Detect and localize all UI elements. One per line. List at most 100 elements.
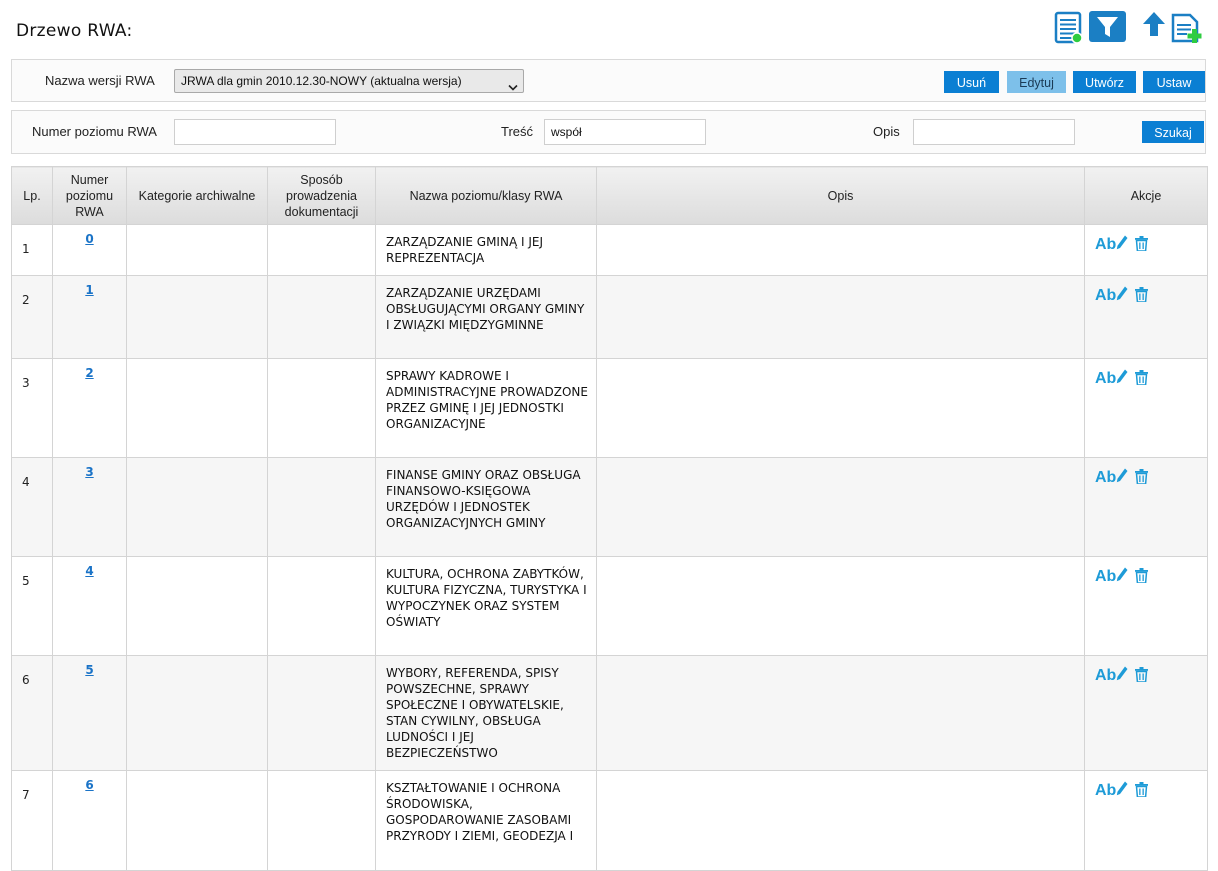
cell-name: WYBORY, REFERENDA, SPISY POWSZECHNE, SPR… [375,655,597,771]
row-number-link[interactable]: 4 [85,564,93,578]
header-number[interactable]: Numer poziomu RWA [52,166,127,225]
number-input[interactable] [174,119,336,145]
cell-category [126,275,268,359]
row-number-link[interactable]: 2 [85,366,93,380]
cell-actions: Ab [1084,556,1208,656]
row-name: ZARZĄDZANIE GMINĄ I JEJ REPREZENTACJA [386,235,543,265]
row-name: KULTURA, OCHRONA ZABYTKÓW, KULTURA FIZYC… [386,567,587,629]
content-label: Treść [501,124,534,139]
trash-icon[interactable] [1135,286,1149,305]
row-name: KSZTAŁTOWANIE I OCHRONA ŚRODOWISKA, GOSP… [386,781,574,843]
cell-description [596,275,1085,359]
trash-icon[interactable] [1135,781,1149,800]
cell-actions: Ab [1084,224,1208,276]
cell-number: 6 [52,770,127,871]
header-lp[interactable]: Lp. [11,166,53,225]
trash-icon[interactable] [1135,468,1149,487]
header-category[interactable]: Kategorie archiwalne [126,166,268,225]
row-lp: 3 [22,376,30,390]
header-description[interactable]: Opis [596,166,1085,225]
version-panel: Nazwa wersji RWA JRWA dla gmin 2010.12.3… [11,59,1206,102]
cell-name: KSZTAŁTOWANIE I OCHRONA ŚRODOWISKA, GOSP… [375,770,597,871]
row-number-link[interactable]: 1 [85,283,93,297]
edit-name-button[interactable]: Ab [1095,781,1128,799]
edit-name-button[interactable]: Ab [1095,468,1128,486]
header-name[interactable]: Nazwa poziomu/klasy RWA [375,166,597,225]
edit-button[interactable]: Edytuj [1007,71,1066,93]
row-name: FINANSE GMINY ORAZ OBSŁUGA FINANSOWO-KSI… [386,468,581,530]
table-row: 1 0 ZARZĄDZANIE GMINĄ I JEJ REPREZENTACJA A… [11,224,1208,276]
rwa-table: Lp. Numer poziomu RWA Kategorie archiwal… [11,166,1208,871]
header-method[interactable]: Sposób prowadzenia dokumentacji [267,166,376,225]
row-name: ZARZĄDZANIE URZĘDAMI OBSŁUGUJĄCYMI ORGAN… [386,286,585,332]
table-row: 6 5 WYBORY, REFERENDA, SPISY POWSZECHNE, S… [11,655,1208,771]
list-icon[interactable] [1053,11,1085,44]
cell-description [596,655,1085,771]
row-lp: 1 [22,242,30,256]
trash-icon[interactable] [1135,235,1149,254]
cell-lp: 4 [11,457,53,557]
cell-number: 4 [52,556,127,656]
cell-name: SPRAWY KADROWE I ADMINISTRACYJNE PROWADZ… [375,358,597,458]
row-lp: 4 [22,475,30,489]
edit-name-button[interactable]: Ab [1095,567,1128,585]
pencil-icon [1116,666,1128,684]
toolbar [1053,11,1213,45]
row-number-link[interactable]: 3 [85,465,93,479]
edit-name-button[interactable]: Ab [1095,666,1128,684]
version-select[interactable]: JRWA dla gmin 2010.12.30-NOWY (aktualna … [174,69,524,93]
trash-icon[interactable] [1135,567,1149,586]
description-label: Opis [873,124,900,139]
cell-category [126,770,268,871]
cell-lp: 2 [11,275,53,359]
cell-name: ZARZĄDZANIE URZĘDAMI OBSŁUGUJĄCYMI ORGAN… [375,275,597,359]
row-lp: 2 [22,293,30,307]
pencil-icon [1116,235,1128,253]
cell-method [267,224,376,276]
pencil-icon [1116,468,1128,486]
search-panel: Numer poziomu RWA Treść Opis Szukaj [11,110,1206,154]
edit-name-label: Ab [1095,370,1117,387]
edit-name-button[interactable]: Ab [1095,235,1128,253]
row-lp: 7 [22,788,30,802]
table-row: 2 1 ZARZĄDZANIE URZĘDAMI OBSŁUGUJĄCYMI ORG… [11,275,1208,359]
cell-actions: Ab [1084,655,1208,771]
cell-actions: Ab [1084,770,1208,871]
cell-number: 5 [52,655,127,771]
edit-name-label: Ab [1095,568,1117,585]
cell-method [267,358,376,458]
edit-name-button[interactable]: Ab [1095,286,1128,304]
row-number-link[interactable]: 6 [85,778,93,792]
trash-icon[interactable] [1135,369,1149,388]
create-button[interactable]: Utwórz [1073,71,1136,93]
cell-description [596,770,1085,871]
cell-category [126,655,268,771]
description-input[interactable] [913,119,1075,145]
content-input[interactable] [544,119,706,145]
delete-button[interactable]: Usuń [944,71,999,93]
cell-lp: 6 [11,655,53,771]
table-body: 1 0 ZARZĄDZANIE GMINĄ I JEJ REPREZENTACJA A… [11,224,1208,871]
trash-icon[interactable] [1135,666,1149,685]
cell-lp: 5 [11,556,53,656]
cell-category [126,224,268,276]
filter-icon[interactable] [1089,11,1126,43]
cell-description [596,457,1085,557]
row-number-link[interactable]: 0 [85,232,93,246]
search-button[interactable]: Szukaj [1142,121,1204,143]
cell-number: 3 [52,457,127,557]
edit-name-button[interactable]: Ab [1095,369,1128,387]
chevron-down-icon [508,77,518,91]
add-document-icon[interactable] [1170,11,1206,43]
row-number-link[interactable]: 5 [85,663,93,677]
cell-method [267,457,376,557]
cell-lp: 7 [11,770,53,871]
set-button[interactable]: Ustaw [1143,71,1205,93]
version-selected-value: JRWA dla gmin 2010.12.30-NOWY (aktualna … [181,74,462,88]
pencil-icon [1116,567,1128,585]
table-row: 4 3 FINANSE GMINY ORAZ OBSŁUGA FINANSOWO-K… [11,457,1208,557]
cell-number: 0 [52,224,127,276]
arrow-up-icon[interactable] [1142,11,1166,43]
cell-number: 2 [52,358,127,458]
pencil-icon [1116,286,1128,304]
